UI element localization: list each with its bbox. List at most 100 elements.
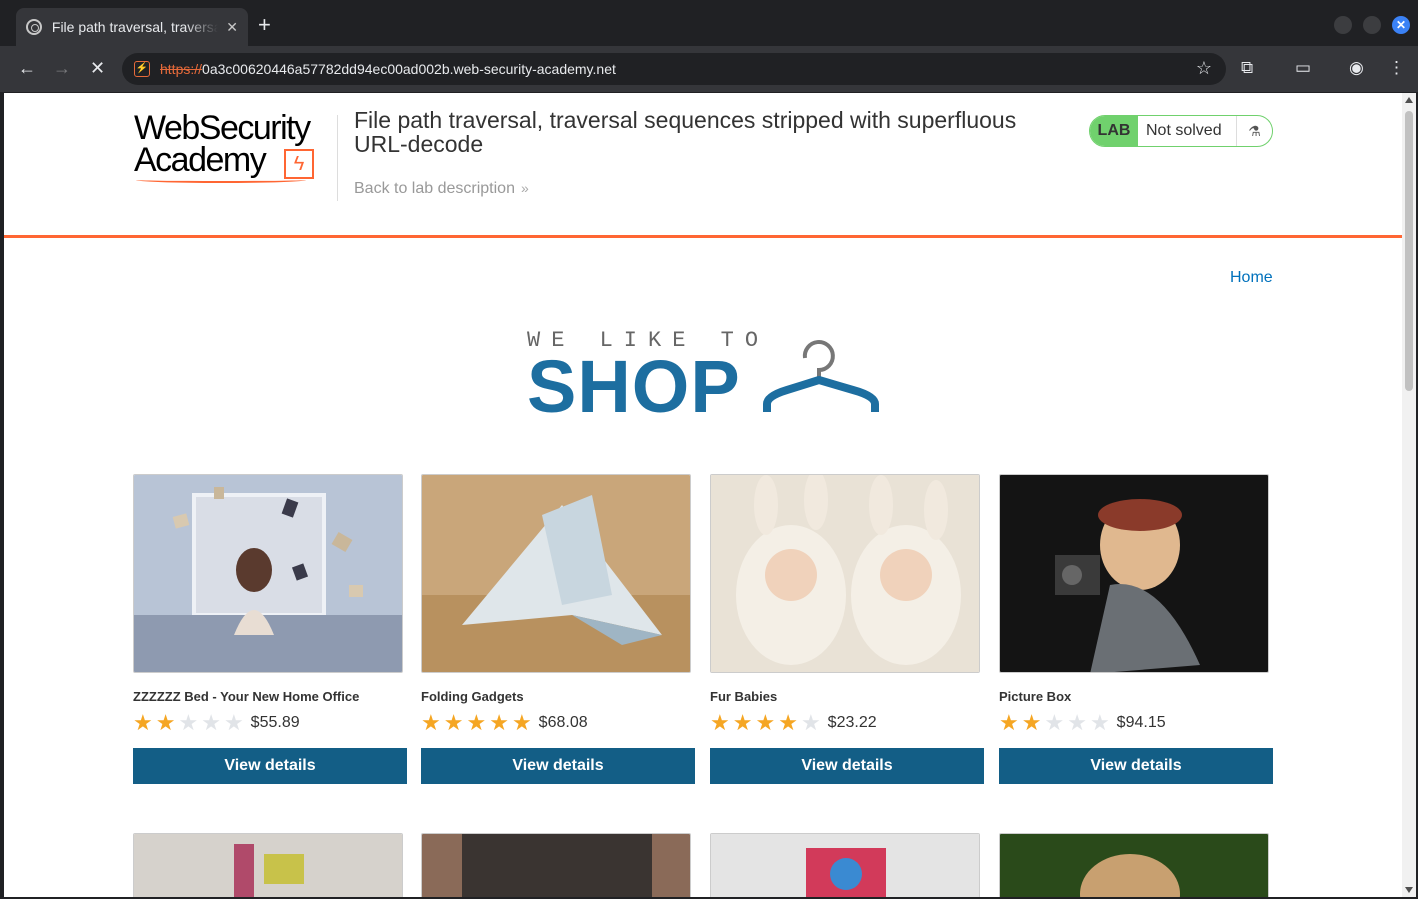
star-filled-icon: ★ bbox=[511, 709, 532, 735]
star-filled-icon: ★ bbox=[710, 709, 730, 735]
product-card bbox=[133, 833, 407, 897]
header-divider bbox=[337, 115, 338, 201]
menu-kebab-icon[interactable]: ⋮ bbox=[1388, 58, 1405, 78]
scroll-up-arrow-icon[interactable] bbox=[1405, 97, 1413, 103]
url-scheme: https:// bbox=[160, 61, 203, 77]
browser-toolbar: ← → ✕ ⚡ https://0a3c00620446a57782dd94ec… bbox=[0, 46, 1418, 92]
star-empty-icon: ★ bbox=[223, 709, 244, 735]
web-security-academy-logo[interactable]: WebSecurity Academy ϟ bbox=[134, 111, 334, 186]
back-to-lab-description-link[interactable]: Back to lab description » bbox=[354, 180, 529, 198]
product-card bbox=[421, 833, 695, 897]
star-rating: ★ ★ ★ ★ ★ bbox=[421, 709, 535, 735]
lab-status-widget[interactable]: LAB Not solved ⚗ bbox=[1089, 115, 1273, 147]
star-empty-icon: ★ bbox=[201, 709, 221, 735]
product-name: Picture Box bbox=[999, 689, 1072, 704]
view-details-button[interactable]: View details bbox=[999, 748, 1273, 784]
product-card: Fur Babies ★ ★ ★ ★ ★ $23.22 View details bbox=[710, 474, 984, 784]
product-image-partial bbox=[1000, 834, 1268, 897]
view-details-button[interactable]: View details bbox=[133, 748, 407, 784]
product-card: Picture Box ★ ★ ★ ★ ★ $94.15 View details bbox=[999, 474, 1273, 784]
close-window-icon[interactable]: ✕ bbox=[1392, 16, 1410, 34]
product-price: $23.22 bbox=[827, 714, 877, 731]
url-host: 0a3c00620446a57782dd94ec00ad002b.web-sec… bbox=[202, 61, 616, 77]
star-filled-icon: ★ bbox=[732, 709, 753, 735]
product-image-partial bbox=[134, 834, 402, 897]
lightning-icon: ϟ bbox=[284, 149, 314, 179]
product-image-partial bbox=[711, 834, 979, 897]
profile-icon[interactable]: ◉ bbox=[1349, 58, 1364, 78]
forward-arrow-icon[interactable]: → bbox=[53, 58, 71, 78]
not-secure-icon[interactable]: ⚡ bbox=[134, 61, 150, 77]
url-text: https://0a3c00620446a57782dd94ec00ad002b… bbox=[160, 61, 616, 77]
address-bar[interactable]: ⚡ https://0a3c00620446a57782dd94ec00ad00… bbox=[122, 53, 1226, 85]
babies-bunny-hats-image bbox=[711, 475, 979, 672]
star-filled-icon: ★ bbox=[421, 709, 441, 735]
man-camera-figurine-image bbox=[1000, 475, 1268, 672]
star-filled-icon: ★ bbox=[778, 709, 798, 735]
close-tab-icon[interactable]: ✕ bbox=[226, 19, 238, 36]
star-filled-icon: ★ bbox=[999, 709, 1019, 735]
lab-status-text: Not solved bbox=[1146, 122, 1222, 139]
page-viewport: WebSecurity Academy ϟ File path traversa… bbox=[4, 93, 1402, 897]
product-meta: ★ ★ ★ ★ ★ $55.89 bbox=[133, 710, 407, 736]
back-link-label: Back to lab description bbox=[354, 180, 515, 197]
view-details-button[interactable]: View details bbox=[710, 748, 984, 784]
new-tab-icon[interactable]: + bbox=[258, 13, 271, 37]
star-filled-icon: ★ bbox=[489, 709, 509, 735]
product-price: $68.08 bbox=[538, 714, 588, 731]
product-price: $94.15 bbox=[1116, 714, 1166, 731]
star-filled-icon: ★ bbox=[155, 709, 176, 735]
product-meta: ★ ★ ★ ★ ★ $94.15 bbox=[999, 710, 1273, 736]
product-card: Folding Gadgets ★ ★ ★ ★ ★ $68.08 View detail… bbox=[421, 474, 695, 784]
academy-header: WebSecurity Academy ϟ File path traversa… bbox=[4, 93, 1402, 238]
stop-loading-icon[interactable]: ✕ bbox=[90, 58, 105, 78]
star-empty-icon: ★ bbox=[800, 709, 821, 735]
hanger-icon bbox=[763, 340, 879, 412]
product-image-partial bbox=[422, 834, 690, 897]
star-filled-icon: ★ bbox=[133, 709, 153, 735]
star-filled-icon: ★ bbox=[755, 709, 776, 735]
product-image bbox=[133, 474, 403, 673]
tab-title: File path traversal, traversal sequences… bbox=[51, 19, 219, 35]
star-empty-icon: ★ bbox=[1044, 709, 1065, 735]
product-card bbox=[999, 833, 1273, 897]
product-image bbox=[710, 833, 980, 897]
product-name: Folding Gadgets bbox=[421, 689, 524, 704]
cast-search-icon[interactable]: ▭ bbox=[1295, 58, 1311, 78]
star-rating: ★ ★ ★ ★ ★ bbox=[133, 709, 247, 735]
home-link[interactable]: Home bbox=[1230, 269, 1273, 287]
lab-badge: LAB bbox=[1090, 116, 1138, 146]
extensions-icon[interactable]: ⧉ bbox=[1241, 58, 1253, 78]
star-rating: ★ ★ ★ ★ ★ bbox=[710, 709, 824, 735]
product-image bbox=[710, 474, 980, 673]
loading-favicon-icon bbox=[26, 19, 42, 35]
woman-books-image bbox=[134, 475, 402, 672]
tab-strip: File path traversal, traversal sequences… bbox=[0, 0, 1418, 50]
double-chevron-right-icon: » bbox=[520, 180, 529, 196]
view-details-button[interactable]: View details bbox=[421, 748, 695, 784]
star-empty-icon: ★ bbox=[1067, 709, 1087, 735]
star-empty-icon: ★ bbox=[1089, 709, 1110, 735]
back-arrow-icon[interactable]: ← bbox=[18, 58, 36, 78]
product-price: $55.89 bbox=[250, 714, 300, 731]
scrollbar-thumb[interactable] bbox=[1405, 111, 1413, 391]
active-tab[interactable]: File path traversal, traversal sequences… bbox=[16, 8, 248, 46]
star-filled-icon: ★ bbox=[443, 709, 464, 735]
minimize-icon[interactable] bbox=[1334, 16, 1352, 34]
product-card: ZZZZZZ Bed - Your New Home Office ★ ★ ★ ★ ★ … bbox=[133, 474, 407, 784]
scroll-down-arrow-icon[interactable] bbox=[1405, 887, 1413, 893]
product-card bbox=[710, 833, 984, 897]
bookmark-star-icon[interactable]: ☆ bbox=[1196, 58, 1212, 79]
lab-title: File path traversal, traversal sequences… bbox=[354, 107, 1017, 157]
product-meta: ★ ★ ★ ★ ★ $23.22 bbox=[710, 710, 984, 736]
product-image bbox=[421, 474, 691, 673]
star-rating: ★ ★ ★ ★ ★ bbox=[999, 709, 1113, 735]
product-meta: ★ ★ ★ ★ ★ $68.08 bbox=[421, 710, 695, 736]
maximize-icon[interactable] bbox=[1363, 16, 1381, 34]
product-name: Fur Babies bbox=[710, 689, 778, 704]
product-image bbox=[999, 474, 1269, 673]
logo-line1: WebSecurity bbox=[134, 109, 311, 147]
page-scrollbar[interactable] bbox=[1402, 93, 1416, 897]
browser-window: File path traversal, traversal sequences… bbox=[0, 0, 1418, 899]
star-empty-icon: ★ bbox=[178, 709, 199, 735]
